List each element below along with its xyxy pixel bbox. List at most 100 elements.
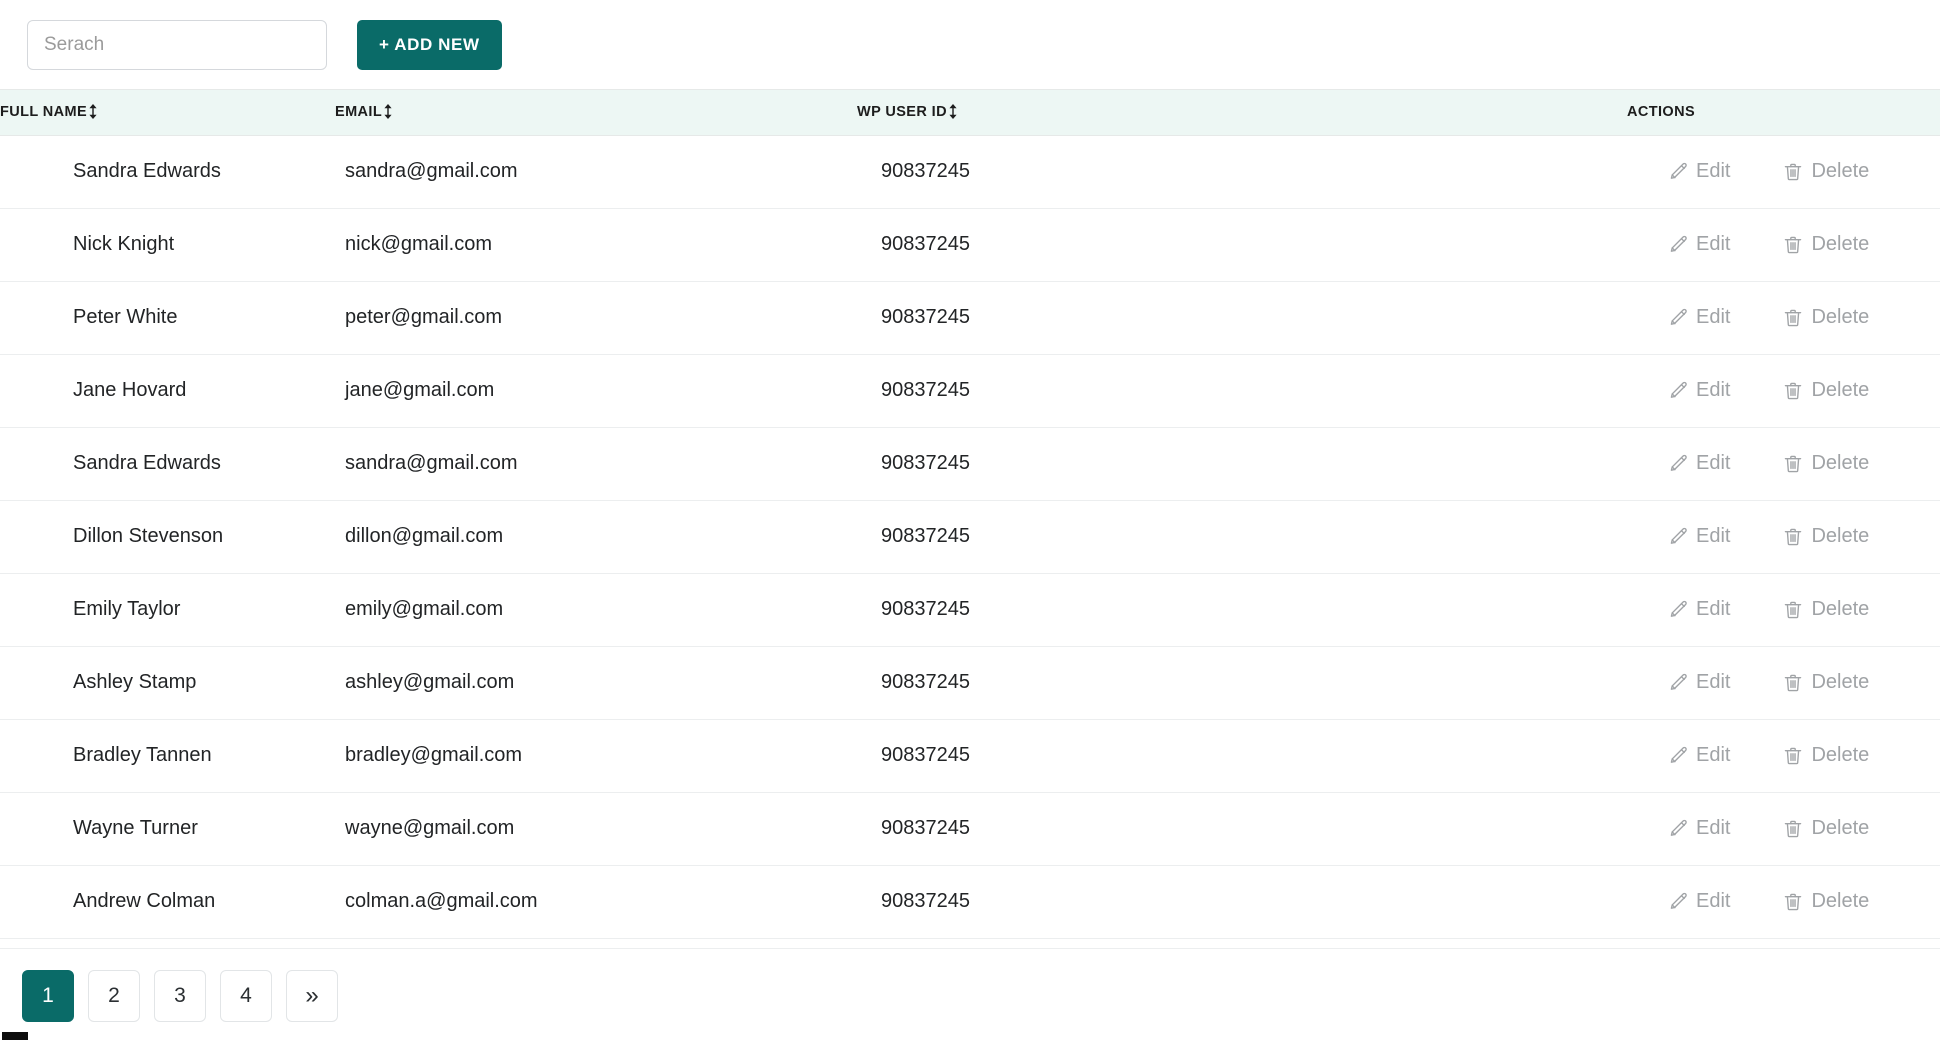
cell-email: jane@gmail.com <box>335 354 857 428</box>
pencil-icon <box>1667 745 1689 767</box>
pencil-icon <box>1667 672 1689 694</box>
cell-actions: Edit Delete <box>1627 500 1940 574</box>
cell-full-name: Sandra Edwards <box>0 135 335 209</box>
edit-label: Edit <box>1696 379 1731 401</box>
delete-button[interactable]: Delete <box>1782 671 1869 694</box>
table-row: Bradley Tannen bradley@gmail.com 90837245 E… <box>0 719 1940 793</box>
delete-button[interactable]: Delete <box>1782 452 1869 475</box>
edit-button[interactable]: Edit <box>1667 817 1730 840</box>
edit-button[interactable]: Edit <box>1667 598 1730 621</box>
cell-actions: Edit Delete <box>1627 573 1940 647</box>
edit-button[interactable]: Edit <box>1667 379 1730 402</box>
cell-actions: Edit Delete <box>1627 646 1940 720</box>
cell-actions: Edit Delete <box>1627 719 1940 793</box>
cell-wp-user-id: 90837245 <box>857 719 1627 793</box>
edit-button[interactable]: Edit <box>1667 744 1730 767</box>
row-actions: Edit Delete <box>1627 525 1939 548</box>
edit-label: Edit <box>1696 160 1731 182</box>
trash-icon <box>1782 307 1804 329</box>
table-row: Nick Knight nick@gmail.com 90837245 Edit Del… <box>0 208 1940 282</box>
edit-button[interactable]: Edit <box>1667 452 1730 475</box>
pencil-icon <box>1667 526 1689 548</box>
cell-full-name: Sandra Edwards <box>0 427 335 501</box>
cell-wp-user-id: 90837245 <box>857 208 1627 282</box>
row-actions: Edit Delete <box>1627 744 1939 767</box>
horizontal-scrollbar[interactable] <box>0 1030 1940 1042</box>
edit-button[interactable]: Edit <box>1667 671 1730 694</box>
column-header-label: FULL NAME <box>0 104 88 121</box>
delete-button[interactable]: Delete <box>1782 306 1869 329</box>
row-actions: Edit Delete <box>1627 671 1939 694</box>
trash-icon <box>1782 234 1804 256</box>
edit-label: Edit <box>1696 890 1731 912</box>
edit-label: Edit <box>1696 233 1731 255</box>
column-header-label: WP USER ID <box>857 104 947 121</box>
edit-button[interactable]: Edit <box>1667 160 1730 183</box>
cell-actions: Edit Delete <box>1627 427 1940 501</box>
column-header-email[interactable]: EMAIL <box>335 90 857 136</box>
delete-button[interactable]: Delete <box>1782 525 1869 548</box>
column-header-full-name[interactable]: FULL NAME <box>0 90 335 136</box>
cell-email: colman.a@gmail.com <box>335 865 857 939</box>
table-row: Andrew Colman colman.a@gmail.com 90837245 E… <box>0 865 1940 939</box>
edit-label: Edit <box>1696 817 1731 839</box>
table-header: FULL NAME EMAIL WP USER ID ACTIONS <box>0 90 1940 136</box>
cell-email: nick@gmail.com <box>335 208 857 282</box>
row-actions: Edit Delete <box>1627 160 1939 183</box>
delete-button[interactable]: Delete <box>1782 233 1869 256</box>
sort-updown-icon[interactable] <box>383 104 393 120</box>
pencil-icon <box>1667 599 1689 621</box>
double-chevron-right-icon[interactable]: » <box>286 969 338 1022</box>
toolbar: + ADD NEW <box>0 0 1940 89</box>
delete-button[interactable]: Delete <box>1782 817 1869 840</box>
pencil-icon <box>1667 307 1689 329</box>
page-button-3[interactable]: 3 <box>154 969 206 1022</box>
edit-button[interactable]: Edit <box>1667 890 1730 913</box>
cell-full-name: Bradley Tannen <box>0 719 335 793</box>
add-new-button[interactable]: + ADD NEW <box>357 19 502 70</box>
edit-button[interactable]: Edit <box>1667 306 1730 329</box>
cell-actions: Edit Delete <box>1627 865 1940 939</box>
table-header-row: FULL NAME EMAIL WP USER ID ACTIONS <box>0 90 1940 136</box>
column-header-wp-user-id[interactable]: WP USER ID <box>857 90 1627 136</box>
cell-email: sandra@gmail.com <box>335 427 857 501</box>
delete-button[interactable]: Delete <box>1782 890 1869 913</box>
delete-button[interactable]: Delete <box>1782 744 1869 767</box>
row-actions: Edit Delete <box>1627 598 1939 621</box>
cell-actions: Edit Delete <box>1627 354 1940 428</box>
delete-button[interactable]: Delete <box>1782 160 1869 183</box>
sort-updown-icon[interactable] <box>88 104 98 120</box>
edit-button[interactable]: Edit <box>1667 233 1730 256</box>
column-header-actions: ACTIONS <box>1627 90 1940 136</box>
sort-updown-icon[interactable] <box>948 104 958 120</box>
cell-email: emily@gmail.com <box>335 573 857 647</box>
delete-button[interactable]: Delete <box>1782 598 1869 621</box>
column-header-label: EMAIL <box>335 104 383 121</box>
trash-icon <box>1782 818 1804 840</box>
search-input[interactable] <box>27 19 327 70</box>
trash-icon <box>1782 526 1804 548</box>
trash-icon <box>1782 453 1804 475</box>
table-row: Jane Hovard jane@gmail.com 90837245 Edit Del… <box>0 354 1940 428</box>
pencil-icon <box>1667 234 1689 256</box>
row-actions: Edit Delete <box>1627 379 1939 402</box>
users-table: FULL NAME EMAIL WP USER ID ACTIONS Sandr… <box>0 90 1940 939</box>
page-button-2[interactable]: 2 <box>88 969 140 1022</box>
page-button-1[interactable]: 1 <box>22 969 74 1022</box>
edit-button[interactable]: Edit <box>1667 525 1730 548</box>
cell-email: wayne@gmail.com <box>335 792 857 866</box>
edit-label: Edit <box>1696 525 1731 547</box>
pencil-icon <box>1667 380 1689 402</box>
delete-button[interactable]: Delete <box>1782 379 1869 402</box>
pencil-icon <box>1667 818 1689 840</box>
delete-label: Delete <box>1811 598 1870 620</box>
horizontal-scrollbar-thumb[interactable] <box>2 1032 28 1040</box>
pagination: 1 2 3 4 » <box>0 948 1940 1042</box>
cell-actions: Edit Delete <box>1627 208 1940 282</box>
table-body: Sandra Edwards sandra@gmail.com 90837245 Ed… <box>0 135 1940 939</box>
edit-label: Edit <box>1696 744 1731 766</box>
cell-email: peter@gmail.com <box>335 281 857 355</box>
page-button-4[interactable]: 4 <box>220 969 272 1022</box>
table-row: Ashley Stamp ashley@gmail.com 90837245 Edit… <box>0 646 1940 720</box>
cell-wp-user-id: 90837245 <box>857 646 1627 720</box>
